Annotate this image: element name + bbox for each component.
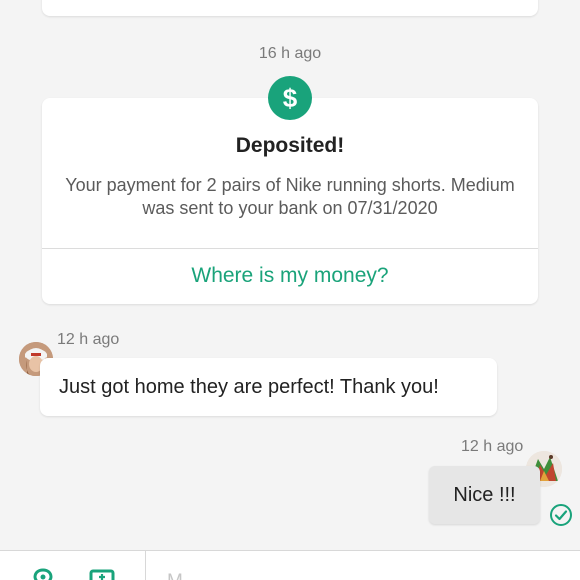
composer-divider	[145, 551, 146, 580]
where-is-my-money-link[interactable]: Where is my money?	[42, 248, 538, 304]
composer-bar: M	[0, 550, 580, 580]
deposit-message: Your payment for 2 pairs of Nike running…	[65, 175, 515, 218]
deposit-title: Deposited!	[235, 134, 345, 157]
incoming-message-text: Just got home they are perfect! Thank yo…	[59, 375, 439, 398]
outgoing-message-text: Nice !!!	[453, 483, 516, 506]
incoming-message: Just got home they are perfect! Thank yo…	[40, 358, 497, 416]
check-circle-icon	[550, 504, 572, 526]
deposit-card: Deposited! Your payment for 2 pairs of N…	[42, 98, 538, 304]
location-pin-icon[interactable]	[30, 568, 56, 580]
message-input[interactable]: M	[167, 571, 183, 580]
dollar-icon: $	[268, 76, 312, 120]
outgoing-timestamp: 12 h ago	[461, 438, 524, 455]
deposit-timestamp: 16 h ago	[258, 45, 322, 62]
offer-tag-icon[interactable]	[89, 568, 115, 580]
incoming-timestamp: 12 h ago	[57, 331, 120, 348]
previous-card	[42, 0, 538, 16]
outgoing-message: Nice !!!	[429, 466, 540, 524]
